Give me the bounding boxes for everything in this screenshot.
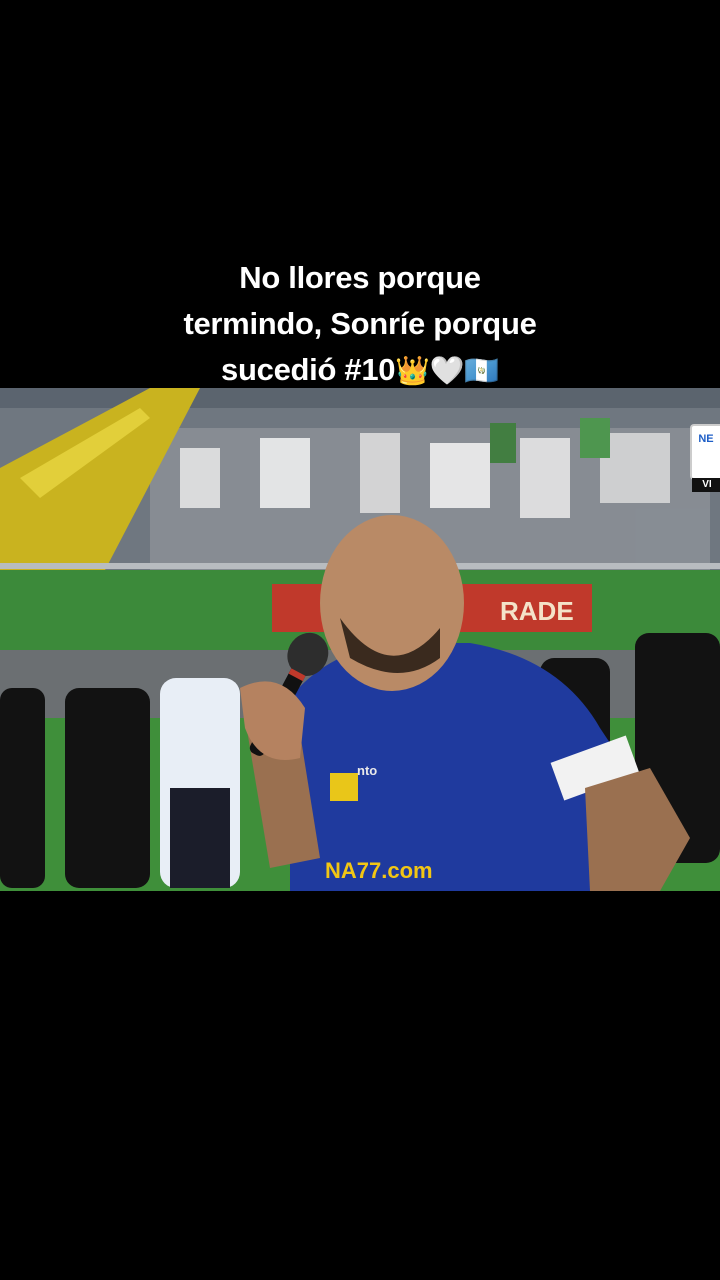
ad-banner-text: RADE bbox=[500, 596, 574, 626]
channel-badge-text: NE bbox=[698, 433, 714, 445]
caption-line-2: termindo, Sonríe porque bbox=[183, 306, 537, 341]
sponsor-logo bbox=[330, 773, 358, 801]
caption-emojis: 👑🤍🇬🇹 bbox=[395, 354, 499, 387]
caption: No llores porque termindo, Sonríe porque… bbox=[0, 255, 720, 394]
caption-line-1: No llores porque bbox=[239, 260, 481, 295]
channel-badge: NE VI bbox=[690, 424, 720, 492]
jersey-sponsor-text: NA77.com bbox=[325, 858, 433, 883]
caption-line-3: sucedió #10👑🤍🇬🇹 bbox=[0, 347, 720, 394]
caption-line-3-text: sucedió #10 bbox=[221, 352, 396, 387]
stadium-scene: RADE NA77.com nto bbox=[0, 388, 720, 891]
video-frame[interactable]: RADE NA77.com nto NE VI bbox=[0, 388, 720, 891]
live-label: VI bbox=[692, 478, 720, 492]
jersey-brand-text: nto bbox=[357, 763, 377, 778]
